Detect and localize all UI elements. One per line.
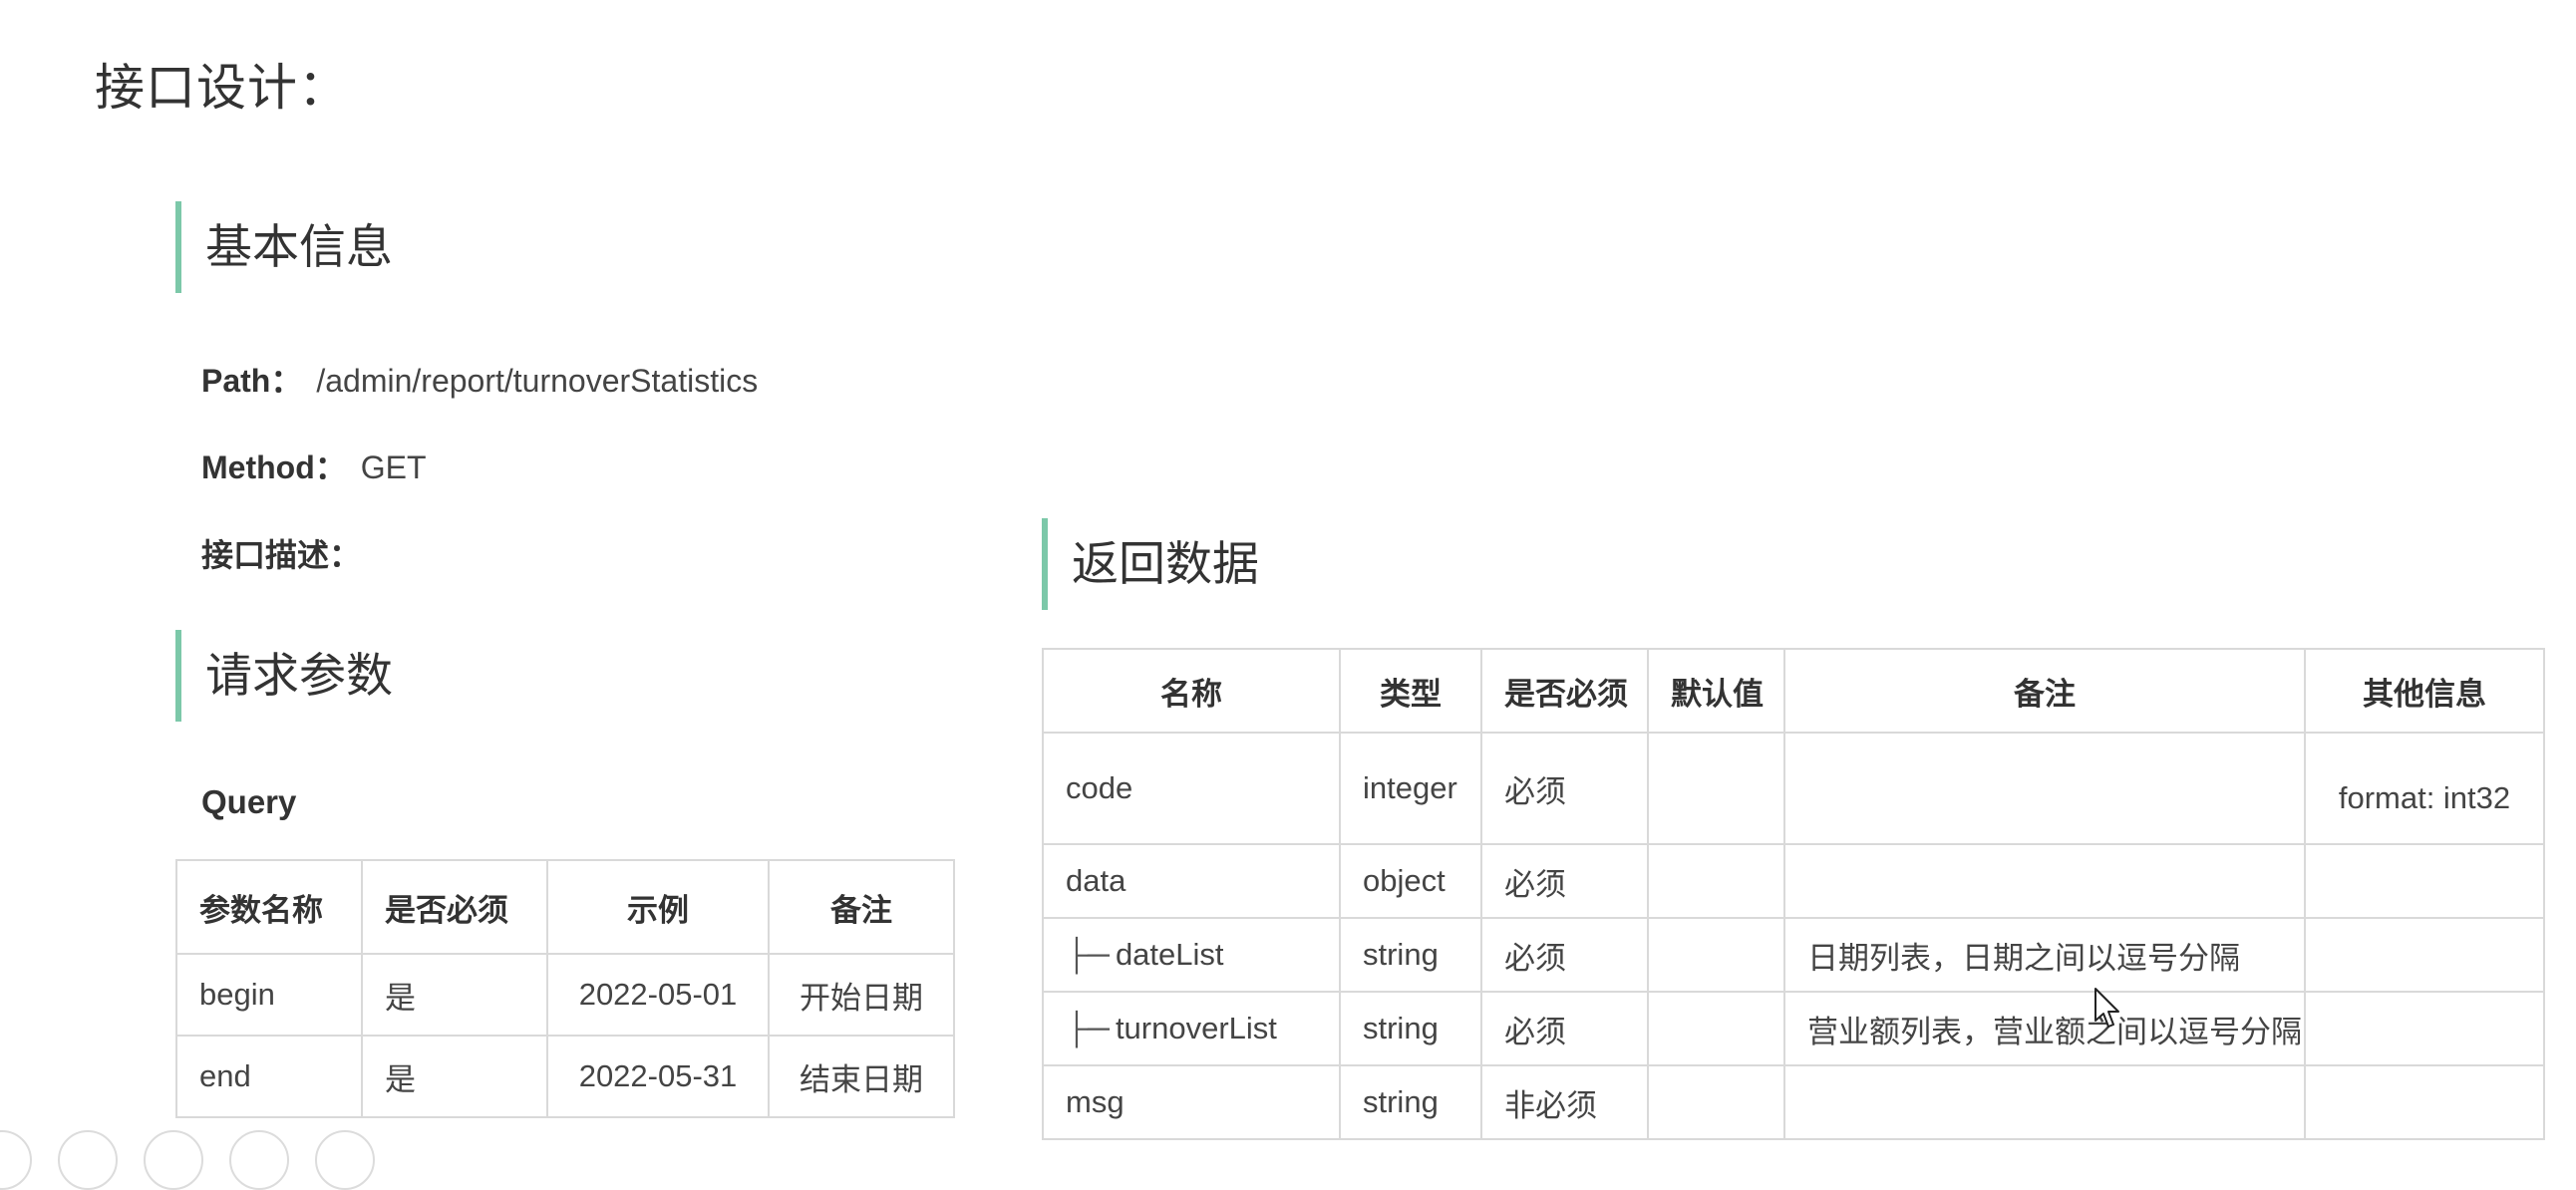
param-required: 是 — [361, 1035, 548, 1118]
request-heading: 请求参数 — [175, 630, 393, 722]
col-remark: 备注 — [768, 859, 955, 955]
path-row: Path： /admin/report/turnoverStatistics — [201, 356, 758, 402]
request-params-table: 参数名称 是否必须 示例 备注 begin 是 2022-05-01 开始日期 … — [175, 859, 955, 1118]
circle-icon — [315, 1130, 375, 1190]
col-required: 是否必须 — [1480, 648, 1649, 734]
circle-icon — [144, 1130, 203, 1190]
field-remark: 日期列表，日期之间以逗号分隔 — [1783, 917, 2306, 993]
field-default — [1647, 1064, 1785, 1140]
field-required: 必须 — [1480, 843, 1649, 919]
method-label: Method： — [201, 449, 347, 485]
table-row: ├─ turnoverList string 必须 营业额列表，营业额之间以逗号分… — [1042, 991, 2545, 1066]
field-name-cell: ├─ turnoverList — [1042, 991, 1341, 1066]
method-value: GET — [360, 449, 427, 485]
col-type: 类型 — [1339, 648, 1482, 734]
param-remark: 结束日期 — [768, 1035, 955, 1118]
field-type: string — [1339, 1064, 1482, 1140]
table-row: data object 必须 — [1042, 843, 2545, 919]
field-remark — [1783, 732, 2306, 845]
field-default — [1647, 917, 1785, 993]
field-name-cell: ├─ dateList — [1042, 917, 1341, 993]
table-row: msg string 非必须 — [1042, 1064, 2545, 1140]
param-example: 2022-05-01 — [546, 953, 770, 1037]
response-heading: 返回数据 — [1042, 518, 1259, 610]
field-name: msg — [1042, 1064, 1341, 1140]
field-remark — [1783, 843, 2306, 919]
table-header-row: 名称 类型 是否必须 默认值 备注 其他信息 — [1042, 648, 2545, 734]
col-example: 示例 — [546, 859, 770, 955]
param-name: begin — [175, 953, 363, 1037]
field-name: turnoverList — [1115, 1011, 1277, 1045]
col-default: 默认值 — [1647, 648, 1785, 734]
field-remark — [1783, 1064, 2306, 1140]
basic-info-heading: 基本信息 — [175, 201, 393, 293]
field-type: string — [1339, 917, 1482, 993]
col-name: 名称 — [1042, 648, 1341, 734]
param-example: 2022-05-31 — [546, 1035, 770, 1118]
field-required: 必须 — [1480, 917, 1649, 993]
field-required: 必须 — [1480, 991, 1649, 1066]
param-name: end — [175, 1035, 363, 1118]
mouse-cursor-icon — [2094, 988, 2119, 1028]
query-label: Query — [201, 783, 297, 820]
tree-branch-icon: ├─ — [1066, 937, 1110, 972]
field-remark: 营业额列表，营业额之间以逗号分隔 — [1783, 991, 2306, 1066]
col-param-name: 参数名称 — [175, 859, 363, 955]
path-label: Path： — [201, 363, 303, 399]
field-name: data — [1042, 843, 1341, 919]
field-other-info: format: int32 — [2304, 732, 2545, 845]
table-row: code integer 必须 format: int32 — [1042, 732, 2545, 845]
desc-row: 接口描述： — [201, 530, 375, 576]
field-other-info — [2304, 1064, 2545, 1140]
table-header-row: 参数名称 是否必须 示例 备注 — [175, 859, 955, 955]
field-type: integer — [1339, 732, 1482, 845]
field-other-info — [2304, 843, 2545, 919]
circle-icon — [229, 1130, 289, 1190]
field-default — [1647, 732, 1785, 845]
path-value: /admin/report/turnoverStatistics — [316, 363, 759, 399]
page-title: 接口设计： — [95, 60, 349, 116]
param-remark: 开始日期 — [768, 953, 955, 1037]
circle-icon — [58, 1130, 118, 1190]
col-required: 是否必须 — [361, 859, 548, 955]
field-default — [1647, 991, 1785, 1066]
col-other-info: 其他信息 — [2304, 648, 2545, 734]
circle-icon — [0, 1130, 32, 1190]
field-name: dateList — [1115, 937, 1224, 972]
field-required: 必须 — [1480, 732, 1649, 845]
response-data-table: 名称 类型 是否必须 默认值 备注 其他信息 code integer 必须 f… — [1042, 648, 2545, 1140]
desc-label: 接口描述： — [201, 537, 362, 573]
col-remark: 备注 — [1783, 648, 2306, 734]
field-type: object — [1339, 843, 1482, 919]
field-name: code — [1042, 732, 1341, 845]
param-required: 是 — [361, 953, 548, 1037]
field-other-info — [2304, 991, 2545, 1066]
field-default — [1647, 843, 1785, 919]
field-other-info — [2304, 917, 2545, 993]
field-required: 非必须 — [1480, 1064, 1649, 1140]
table-row: ├─ dateList string 必须 日期列表，日期之间以逗号分隔 — [1042, 917, 2545, 993]
tree-branch-icon: ├─ — [1066, 1011, 1110, 1045]
method-row: Method： GET — [201, 443, 427, 488]
field-type: string — [1339, 991, 1482, 1066]
table-row: begin 是 2022-05-01 开始日期 — [175, 953, 955, 1037]
table-row: end 是 2022-05-31 结束日期 — [175, 1035, 955, 1118]
